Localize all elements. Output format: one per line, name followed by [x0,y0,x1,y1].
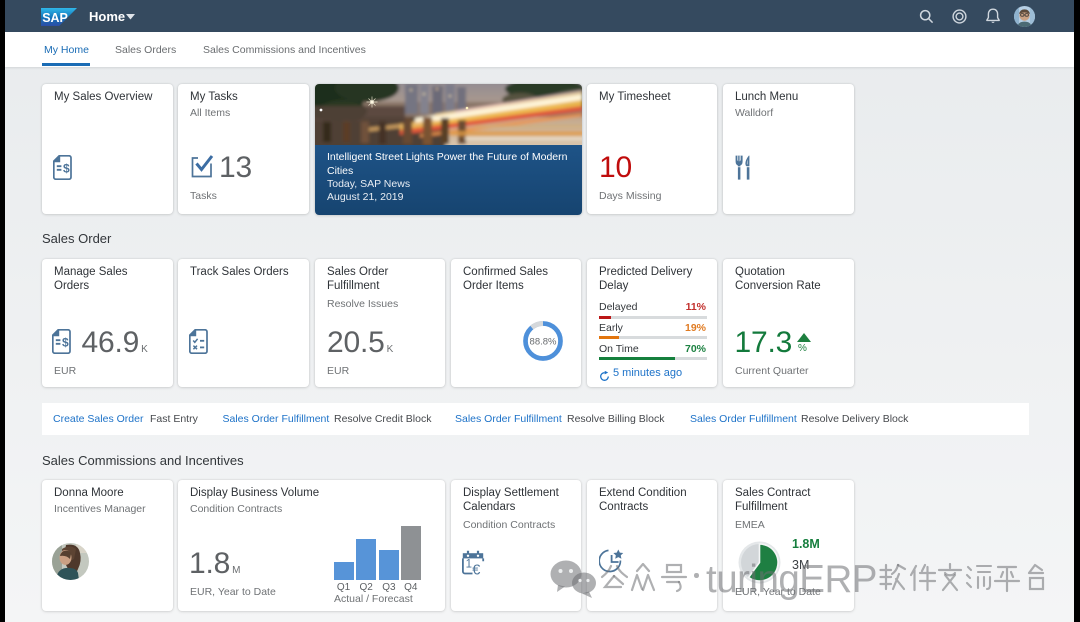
svg-text:$: $ [62,335,69,349]
svg-text:€: € [472,563,480,577]
svg-text:SAP: SAP [42,11,68,25]
svg-text:$: $ [63,161,70,175]
svg-text:88.8%: 88.8% [530,337,557,348]
svg-text:1: 1 [466,559,472,571]
